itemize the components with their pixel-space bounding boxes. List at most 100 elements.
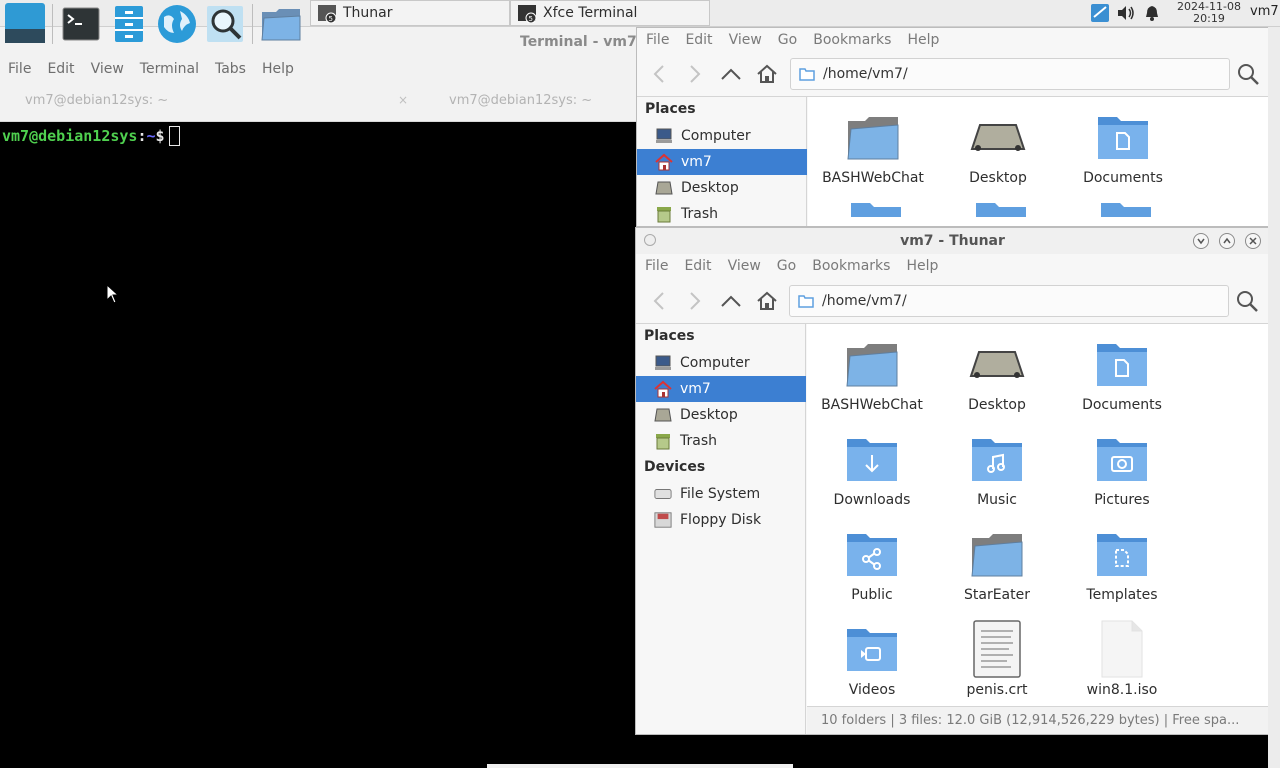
- network-icon[interactable]: [1089, 2, 1111, 24]
- file-item[interactable]: Desktop: [943, 99, 1053, 194]
- sidebar-item-floppy-disk[interactable]: Floppy Disk: [636, 507, 806, 533]
- thunar-back-menubar: File Edit View Go Bookmarks Help: [637, 28, 1269, 52]
- back-arrow-icon[interactable]: [641, 56, 677, 92]
- prompt-separator: :: [137, 127, 147, 145]
- file-item[interactable]: Templates: [1067, 516, 1177, 611]
- minimize-icon[interactable]: [1193, 233, 1209, 249]
- thunar-back-menu-help[interactable]: Help: [899, 32, 947, 48]
- search-icon[interactable]: [1232, 286, 1262, 316]
- sidebar-item-file-system[interactable]: File System: [636, 481, 806, 507]
- sidebar-item-computer[interactable]: Computer: [637, 123, 807, 149]
- thunar-task-icon: 5: [317, 3, 337, 24]
- status-text: 10 folders | 3 files: 12.0 GiB (12,914,5…: [821, 713, 1240, 728]
- thunar-menu-file[interactable]: File: [637, 258, 676, 274]
- file-item[interactable]: BASHWebChat: [818, 99, 928, 194]
- terminal-menu-tabs[interactable]: Tabs: [207, 61, 254, 77]
- app-menu-icon[interactable]: [2, 1, 48, 45]
- thunar-path-bar[interactable]: /home/vm7/: [789, 285, 1229, 317]
- sidebar-item-desktop[interactable]: Desktop: [637, 175, 807, 201]
- sidebar-item-trash[interactable]: Trash: [637, 201, 807, 226]
- home-folder-icon[interactable]: [258, 2, 304, 46]
- thunar-back-menu-view[interactable]: View: [721, 32, 770, 48]
- home-icon[interactable]: [749, 56, 785, 92]
- folder-icon: [799, 68, 815, 81]
- back-arrow-icon[interactable]: [641, 283, 677, 319]
- computer-icon: [654, 354, 672, 372]
- app-finder-icon[interactable]: [202, 2, 248, 46]
- web-browser-icon[interactable]: [154, 2, 200, 46]
- terminal-tab-1-close-icon[interactable]: ×: [398, 93, 408, 107]
- home-icon[interactable]: [749, 283, 785, 319]
- sidebar-item-desktop[interactable]: Desktop: [636, 402, 806, 428]
- terminal-menu-terminal[interactable]: Terminal: [132, 61, 207, 77]
- panel-user-name[interactable]: vm7: [1250, 4, 1279, 19]
- thunar-menu-help[interactable]: Help: [898, 258, 946, 274]
- sidebar-item-computer[interactable]: Computer: [636, 350, 806, 376]
- file-item[interactable]: Documents: [1067, 326, 1177, 421]
- thunar-window-back[interactable]: File Edit View Go Bookmarks Help /home/v…: [636, 27, 1270, 227]
- thunar-menu-go[interactable]: Go: [769, 258, 804, 274]
- file-item[interactable]: Desktop: [942, 326, 1052, 421]
- terminal-menu-view[interactable]: View: [83, 61, 132, 77]
- task-button-thunar[interactable]: 5 Thunar: [310, 0, 510, 26]
- desktop-screen: Terminal - vm7 File Edit View Terminal T…: [0, 0, 1280, 768]
- panel-separator: [252, 4, 253, 44]
- file-item[interactable]: Pictures: [1067, 421, 1177, 516]
- panel-clock[interactable]: 2024-11-08 20:19: [1170, 0, 1248, 26]
- thunar-window-front[interactable]: vm7 - Thunar File Edit View Go Bookmarks…: [635, 227, 1270, 735]
- blank-file-icon: [1101, 620, 1143, 678]
- file-item[interactable]: BASHWebChat: [817, 326, 927, 421]
- volume-icon[interactable]: [1116, 2, 1136, 24]
- file-item[interactable]: Documents: [1068, 99, 1178, 194]
- terminal-tab-1[interactable]: vm7@debian12sys: ~: [25, 93, 168, 108]
- file-item[interactable]: penis.crt: [942, 611, 1052, 706]
- file-item[interactable]: win8.1.iso: [1067, 611, 1177, 706]
- thunar-back-path-bar[interactable]: /home/vm7/: [790, 58, 1230, 90]
- terminal-task-badge: 5: [529, 15, 533, 23]
- terminal-menu-edit[interactable]: Edit: [39, 61, 82, 77]
- forward-arrow-icon[interactable]: [677, 56, 713, 92]
- places-heading: Places: [645, 101, 696, 117]
- clock-time: 20:19: [1193, 12, 1225, 25]
- panel-separator: [52, 4, 53, 44]
- terminal-output[interactable]: vm7@debian12sys:~$: [0, 122, 636, 768]
- terminal-menu-help[interactable]: Help: [254, 61, 302, 77]
- file-item[interactable]: Downloads: [817, 421, 927, 516]
- file-item[interactable]: Videos: [817, 611, 927, 706]
- thunar-back-menu-go[interactable]: Go: [770, 32, 805, 48]
- maximize-icon[interactable]: [1219, 233, 1235, 249]
- up-arrow-icon[interactable]: [713, 56, 749, 92]
- thunar-back-menu-edit[interactable]: Edit: [677, 32, 720, 48]
- terminal-icon[interactable]: [58, 2, 104, 46]
- search-icon[interactable]: [1233, 59, 1263, 89]
- file-item[interactable]: Public: [817, 516, 927, 611]
- thunar-titlebar[interactable]: vm7 - Thunar: [636, 228, 1269, 254]
- thunar-menu-bookmarks[interactable]: Bookmarks: [804, 258, 898, 274]
- thunar-back-menu-file[interactable]: File: [638, 32, 677, 48]
- notification-bell-icon[interactable]: [1143, 2, 1161, 24]
- folder-videos-icon: [847, 629, 897, 671]
- file-manager-icon[interactable]: [106, 2, 152, 46]
- thunar-menu-edit[interactable]: Edit: [676, 258, 719, 274]
- thunar-back-menu-bookmarks[interactable]: Bookmarks: [805, 32, 899, 48]
- sidebar-item-vm7[interactable]: vm7: [637, 149, 807, 175]
- folder-icon: [798, 295, 814, 308]
- desktop-edge: [1268, 27, 1280, 768]
- file-item[interactable]: Music: [942, 421, 1052, 516]
- thunar-menu-view[interactable]: View: [720, 258, 769, 274]
- terminal-window[interactable]: Terminal - vm7 File Edit View Terminal T…: [0, 27, 637, 768]
- sidebar-item-trash[interactable]: Trash: [636, 428, 806, 454]
- folder-pictures-icon: [1097, 439, 1147, 481]
- sidebar-item-vm7[interactable]: vm7: [636, 376, 806, 402]
- up-arrow-icon[interactable]: [713, 283, 749, 319]
- forward-arrow-icon[interactable]: [677, 283, 713, 319]
- close-icon[interactable]: [1245, 233, 1261, 249]
- terminal-tab-2[interactable]: vm7@debian12sys: ~: [449, 93, 592, 108]
- file-item[interactable]: StarEater: [942, 516, 1052, 611]
- terminal-menu-file[interactable]: File: [0, 61, 39, 77]
- trash-icon: [654, 432, 672, 450]
- thunar-menubar: File Edit View Go Bookmarks Help: [636, 254, 1269, 278]
- task-button-terminal[interactable]: 5 Xfce Terminal: [510, 0, 710, 26]
- folder-documents-icon: [1097, 344, 1147, 386]
- drive-icon: [654, 485, 672, 503]
